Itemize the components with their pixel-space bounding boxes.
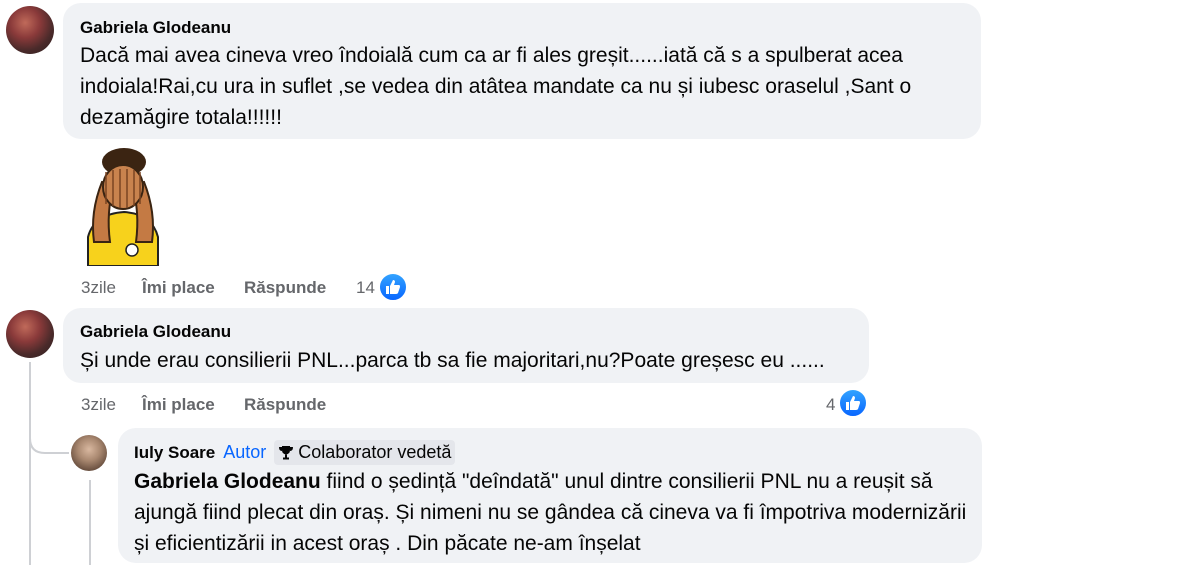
- like-reaction-icon[interactable]: [838, 388, 868, 418]
- reply-button[interactable]: Răspunde: [244, 395, 326, 415]
- reply-bubble: Iuly Soare Autor Colaborator vedetă Gabr…: [118, 428, 982, 563]
- reply-connector: [29, 420, 69, 454]
- author-tag: Autor: [223, 442, 267, 462]
- thread-line: [29, 362, 31, 565]
- reply-text: Gabriela Glodeanu fiind o ședință "deînd…: [134, 466, 974, 559]
- avatar[interactable]: [6, 6, 54, 54]
- like-button[interactable]: Îmi place: [142, 278, 215, 298]
- face-palm-sticker: [87, 148, 159, 266]
- comment-text: Dacă mai avea cineva vreo îndoială cum c…: [80, 44, 912, 129]
- reply-author[interactable]: Iuly Soare: [134, 443, 215, 463]
- comment-author[interactable]: Gabriela Glodeanu: [80, 322, 231, 342]
- comment-text: Și unde erau consilierii PNL...parca tb …: [80, 349, 825, 372]
- comment-time[interactable]: 3zile: [81, 395, 116, 415]
- avatar[interactable]: [71, 435, 107, 471]
- comment-author[interactable]: Gabriela Glodeanu: [80, 18, 231, 38]
- comment-time[interactable]: 3zile: [81, 278, 116, 298]
- top-fan-badge: Colaborator vedetă: [274, 440, 456, 465]
- like-button[interactable]: Îmi place: [142, 395, 215, 415]
- badge-label: Colaborator vedetă: [298, 442, 452, 462]
- avatar[interactable]: [6, 310, 54, 358]
- thread-line: [89, 480, 91, 565]
- trophy-icon: [279, 445, 294, 459]
- mention-link[interactable]: Gabriela Glodeanu: [134, 470, 321, 493]
- comment-bubble: Gabriela Glodeanu Dacă mai avea cineva v…: [63, 3, 981, 139]
- reaction-count[interactable]: 14: [356, 278, 375, 298]
- like-reaction-icon[interactable]: [378, 272, 408, 302]
- comment-bubble: Gabriela Glodeanu Și unde erau consilier…: [63, 308, 869, 383]
- reply-header: Iuly Soare Autor Colaborator vedetă: [134, 440, 456, 465]
- reply-button[interactable]: Răspunde: [244, 278, 326, 298]
- reaction-count[interactable]: 4: [826, 395, 835, 415]
